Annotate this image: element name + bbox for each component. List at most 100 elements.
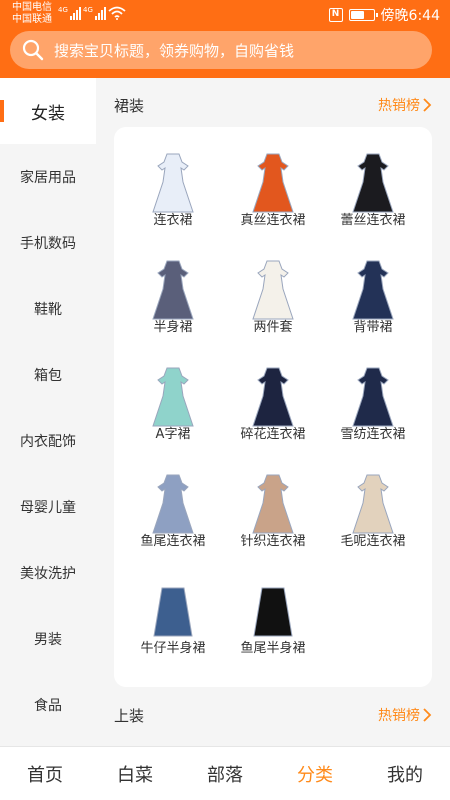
sidebar-item-label: 鞋靴: [34, 302, 62, 318]
sidebar-item-label: 内衣配饰: [20, 434, 76, 450]
network-type-1: 4G: [58, 6, 68, 14]
bottom-navigation: 首页 白菜 部落 分类 我的: [0, 746, 450, 800]
garment-shape: [152, 153, 194, 213]
category-item-label: 鱼尾半身裙: [240, 641, 306, 656]
nav-label: 首页: [27, 765, 63, 786]
nav-deals[interactable]: 白菜: [90, 747, 180, 800]
category-item[interactable]: 鱼尾半身裙: [223, 560, 323, 660]
dress-image: [152, 260, 194, 320]
product-grid: 连衣裙 真丝连衣裙 蕾丝连衣裙 半身裙 两件套 背带裙 A字裙 碎花连衣裙 雪纺…: [114, 127, 432, 687]
nav-label: 分类: [297, 765, 333, 786]
garment-shape: [153, 587, 193, 637]
signal-icon: 4G: [83, 6, 106, 20]
category-item[interactable]: 碎花连衣裙: [223, 346, 323, 446]
skirt-image: [253, 587, 293, 637]
wifi-icon: [108, 6, 126, 20]
category-item-label: 雪纺连衣裙: [340, 427, 406, 442]
dress-image: [352, 260, 394, 320]
clock: 傍晚6:44: [380, 8, 440, 24]
nav-label: 我的: [387, 765, 423, 786]
signal-icon: 4G: [58, 6, 81, 20]
carrier-2: 中国联通: [12, 14, 52, 25]
network-type-2: 4G: [83, 6, 93, 14]
carrier-names: 中国电信 中国联通: [12, 2, 52, 26]
status-right: N 傍晚6:44: [328, 4, 440, 26]
dress-image: [152, 153, 194, 213]
skirt-image: [153, 587, 193, 637]
dress-image: [252, 474, 294, 534]
dress-image: [252, 153, 294, 213]
category-item[interactable]: 半身裙: [123, 239, 223, 339]
section-header-tops: 上装 热销榜: [114, 703, 432, 727]
sidebar-item-label: 食品: [34, 698, 62, 714]
nav-category[interactable]: 分类: [270, 747, 360, 800]
sidebar-item-men[interactable]: 男装: [0, 606, 96, 672]
nav-label: 部落: [207, 765, 243, 786]
category-item-label: 碎花连衣裙: [240, 427, 306, 442]
category-item-label: A字裙: [155, 427, 191, 442]
search-bar[interactable]: 搜索宝贝标题，领券购物，自购省钱: [10, 31, 432, 69]
sidebar-item-label: 箱包: [34, 368, 62, 384]
dress-image: [152, 474, 194, 534]
chevron-right-icon: [423, 708, 432, 722]
hot-list-link[interactable]: 热销榜: [378, 705, 432, 725]
battery-icon: [348, 9, 378, 21]
garment-shape: [253, 587, 293, 637]
sidebar-item-food[interactable]: 食品: [0, 672, 96, 738]
sidebar-item-label: 手机数码: [20, 236, 76, 252]
search-placeholder: 搜索宝贝标题，领券购物，自购省钱: [54, 41, 295, 60]
sidebar-item-digital[interactable]: 手机数码: [0, 210, 96, 276]
garment-shape: [152, 367, 194, 427]
hot-list-label: 热销榜: [378, 98, 420, 114]
dress-image: [352, 367, 394, 427]
garment-shape: [152, 474, 194, 534]
sidebar-item-shoes[interactable]: 鞋靴: [0, 276, 96, 342]
sidebar-item-underwear[interactable]: 内衣配饰: [0, 408, 96, 474]
app-header: 中国电信 中国联通 4G 4G N 傍晚6:44 搜索宝贝标题，领券购物，自购省…: [0, 0, 450, 78]
dress-image: [252, 260, 294, 320]
dress-image: [152, 367, 194, 427]
category-item-label: 两件套: [253, 320, 293, 335]
category-item[interactable]: 雪纺连衣裙: [323, 346, 423, 446]
nfc-icon: N: [328, 8, 343, 22]
category-item[interactable]: 真丝连衣裙: [223, 132, 323, 232]
sidebar-item-label: 家居用品: [20, 170, 76, 186]
category-item[interactable]: 两件套: [223, 239, 323, 339]
garment-shape: [352, 153, 394, 213]
category-item-label: 鱼尾连衣裙: [140, 534, 206, 549]
nav-label: 白菜: [117, 765, 153, 786]
section-header-dresses: 裙装 热销榜: [114, 93, 432, 117]
carrier-1: 中国电信: [12, 2, 52, 13]
category-item[interactable]: A字裙: [123, 346, 223, 446]
section-title: 上装: [114, 706, 145, 725]
category-item[interactable]: 牛仔半身裙: [123, 560, 223, 660]
nav-home[interactable]: 首页: [0, 747, 90, 800]
garment-shape: [352, 474, 394, 534]
sidebar-item-baby[interactable]: 母婴儿童: [0, 474, 96, 540]
category-item[interactable]: 毛呢连衣裙: [323, 453, 423, 553]
category-item[interactable]: 针织连衣裙: [223, 453, 323, 553]
sidebar-item-women[interactable]: 女装: [0, 78, 96, 144]
category-item-label: 真丝连衣裙: [240, 213, 306, 228]
sidebar-item-beauty[interactable]: 美妆洗护: [0, 540, 96, 606]
category-sidebar: 女装 家居用品 手机数码 鞋靴 箱包 内衣配饰 母婴儿童 美妆洗护 男装 食品: [0, 78, 96, 746]
garment-shape: [152, 260, 194, 320]
category-item[interactable]: 鱼尾连衣裙: [123, 453, 223, 553]
category-item[interactable]: 蕾丝连衣裙: [323, 132, 423, 232]
sidebar-item-label: 美妆洗护: [20, 566, 76, 582]
hot-list-link[interactable]: 热销榜: [378, 95, 432, 115]
chevron-right-icon: [423, 98, 432, 112]
nav-mine[interactable]: 我的: [360, 747, 450, 800]
category-item[interactable]: 连衣裙: [123, 132, 223, 232]
garment-shape: [352, 260, 394, 320]
sidebar-item-home[interactable]: 家居用品: [0, 144, 96, 210]
category-item[interactable]: 背带裙: [323, 239, 423, 339]
sidebar-item-label: 男装: [34, 632, 62, 648]
garment-shape: [252, 474, 294, 534]
dress-image: [352, 474, 394, 534]
sidebar-item-bags[interactable]: 箱包: [0, 342, 96, 408]
category-item-label: 针织连衣裙: [240, 534, 306, 549]
category-item-label: 毛呢连衣裙: [340, 534, 406, 549]
category-item-label: 背带裙: [353, 320, 393, 335]
nav-tribe[interactable]: 部落: [180, 747, 270, 800]
